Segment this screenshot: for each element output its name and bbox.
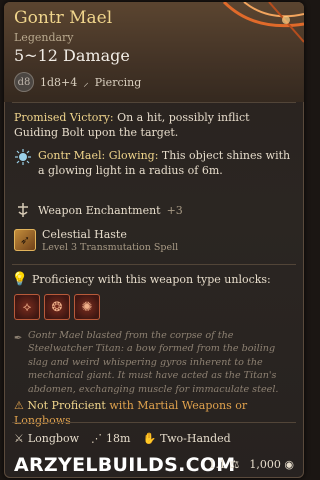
weapon-range: ⋰ 18m xyxy=(91,432,131,445)
warning-icon: ⚠ xyxy=(14,399,24,412)
glowing-property: Gontr Mael: Glowing: This object shines … xyxy=(14,148,294,178)
spell-name: Celestial Haste xyxy=(42,228,127,241)
weapon-handed: ✋ Two-Handed xyxy=(142,432,231,445)
damage-type: Piercing xyxy=(94,75,142,89)
divider xyxy=(12,422,296,423)
weapon-enchantment: Weapon Enchantment +3 xyxy=(14,201,294,219)
item-tooltip: Gontr Mael Legendary 5~12 Damage d8 1d8+… xyxy=(4,2,304,478)
info-bulb-icon: 💡 xyxy=(11,271,29,287)
d8-die-icon: d8 xyxy=(14,72,34,92)
passive-promised-victory: Promised Victory: On a hit, possibly inf… xyxy=(14,110,294,140)
proficiency-unlocks: 💡 Proficiency with this weapon type unlo… xyxy=(11,270,294,320)
divider xyxy=(12,264,296,265)
proficiency-warning: ⚠ Not Proficient with Martial Weapons or… xyxy=(14,398,294,428)
spell-celestial-haste[interactable]: ➶ Celestial Haste Level 3 Transmutation … xyxy=(14,227,294,253)
divider xyxy=(12,102,296,103)
enchantment-value: +3 xyxy=(166,203,183,217)
range-icon: ⋰ xyxy=(91,432,103,445)
celestial-haste-icon: ➶ xyxy=(14,229,36,251)
weapon-type: ⚔ Longbow xyxy=(14,432,80,445)
flavor-text: ✒ Gontr Mael blasted from the corpse of … xyxy=(14,329,294,396)
weight-value: 1.1 ⚖ 1,000 ◉ xyxy=(209,458,294,471)
warning-not-proficient: Not Proficient xyxy=(27,399,106,412)
spell-desc: Level 3 Transmutation Spell xyxy=(42,242,179,253)
coin-icon: ◉ xyxy=(284,458,294,471)
enchantment-icon xyxy=(14,201,32,219)
item-rarity: Legendary xyxy=(14,31,74,44)
passive-title: Promised Victory: xyxy=(14,111,114,124)
action-icon-2[interactable]: ❂ xyxy=(44,294,70,320)
damage-detail: d8 1d8+4 ⸝ Piercing xyxy=(14,72,141,92)
gold-value: 1,000 xyxy=(249,458,281,471)
flavor-body: Gontr Mael blasted from the corpse of th… xyxy=(28,330,279,395)
quill-icon: ✒ xyxy=(13,332,23,344)
weapon-stats: ⚔ Longbow ⋰ 18m ✋ Two-Handed xyxy=(14,432,294,445)
enchantment-label: Weapon Enchantment xyxy=(38,203,161,217)
crossed-swords-icon: ⚔ xyxy=(14,432,24,445)
glowing-title: Gontr Mael: Glowing: xyxy=(38,149,159,162)
proficiency-actions: ⟡ ❂ ✺ xyxy=(14,294,294,320)
action-icon-3[interactable]: ✺ xyxy=(74,294,100,320)
glow-icon xyxy=(14,148,32,166)
weight-icon: ⚖ xyxy=(229,458,240,471)
action-icon-1[interactable]: ⟡ xyxy=(14,294,40,320)
piercing-icon: ⸝ xyxy=(83,75,89,89)
proficiency-label: Proficiency with this weapon type unlock… xyxy=(32,272,271,286)
weight: 1.1 xyxy=(208,458,227,471)
damage-formula: 1d8+4 xyxy=(40,75,78,89)
damage-range: 5~12 Damage xyxy=(14,46,130,65)
bow-art-icon xyxy=(222,2,304,43)
item-name: Gontr Mael xyxy=(14,8,113,28)
watermark: ARZYELBUILDS.COM xyxy=(14,454,236,476)
hand-icon: ✋ xyxy=(142,432,157,445)
